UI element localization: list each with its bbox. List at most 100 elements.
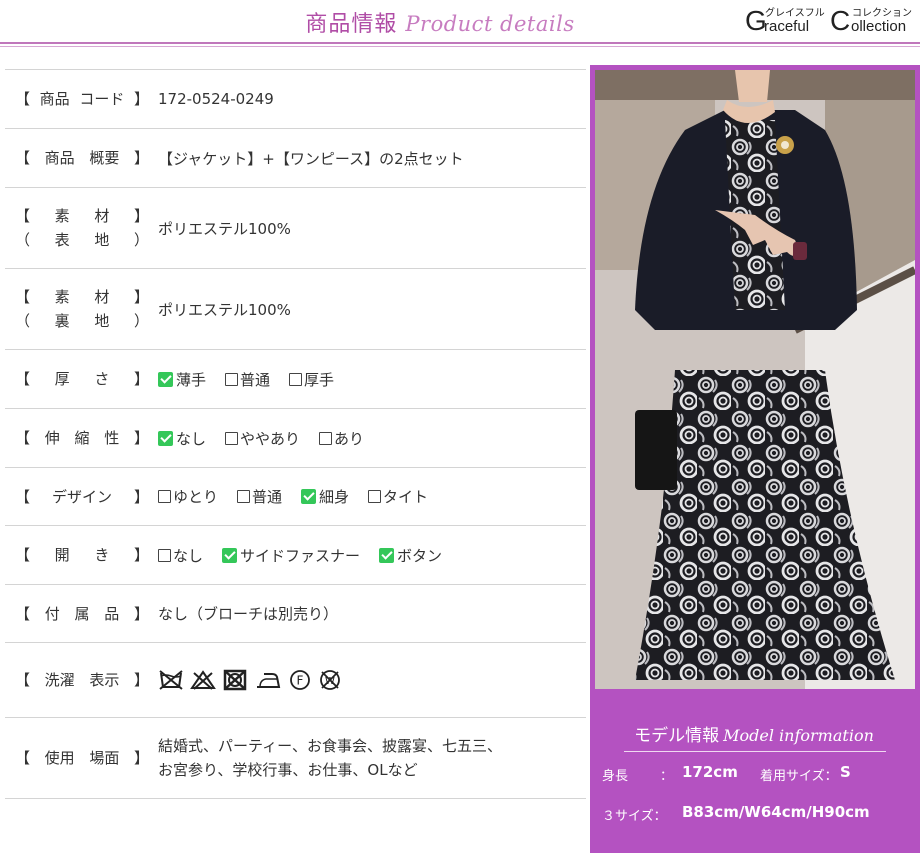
spec-label: 【伸縮性】: [15, 409, 149, 467]
option-unchecked: ゆとり: [158, 486, 218, 507]
svg-text:F: F: [297, 674, 304, 688]
size-label: 着用サイズ：: [760, 769, 838, 784]
dry-clean-f-icon: F: [288, 669, 312, 691]
spec-label: 【付属品】: [15, 585, 149, 642]
spec-value: なし ややあり あり: [158, 409, 582, 467]
brand-word-2: ollection: [851, 18, 907, 35]
spec-label-part: 裏: [54, 312, 70, 330]
spec-row-care: 【洗濯 表示】 F W: [5, 642, 586, 717]
spec-label-part: ）: [133, 312, 149, 330]
spec-label-line: 【商品 概要】: [15, 146, 149, 170]
spec-label-line: 【 厚 さ 】: [15, 367, 149, 391]
option-label: 普通: [252, 488, 283, 506]
checkbox-empty-icon: [319, 431, 333, 445]
option-unchecked: なし: [158, 545, 203, 566]
option-label: ややあり: [240, 429, 301, 448]
spec-label-part: 【: [15, 429, 31, 447]
lining-material: ポリエステル100%: [158, 300, 291, 319]
spec-label-part: 【: [15, 90, 31, 108]
spec-label-part: 開: [54, 546, 70, 564]
spec-label-part: 表: [54, 231, 70, 249]
spec-label-part: 【: [15, 487, 31, 506]
checkbox-empty-icon: [225, 431, 239, 445]
option-unchecked: ややあり: [225, 428, 300, 449]
option-label: ゆとり: [173, 488, 219, 506]
spec-label-line: （ 表 地 ）: [15, 228, 149, 252]
size-value: S: [840, 763, 851, 781]
option-list: 薄手 普通 厚手: [158, 369, 353, 390]
height-label: 身長: [602, 769, 629, 784]
spec-label-part: 【: [15, 149, 31, 167]
spec-label-part: 】: [133, 604, 149, 623]
option-checked: 薄手: [158, 369, 206, 390]
spec-value: 薄手 普通 厚手: [158, 350, 582, 408]
spec-label-part: 】: [133, 671, 149, 689]
spec-row-accessories: 【付属品】 なし（ブローチは別売り）: [5, 584, 586, 642]
option-unchecked: 厚手: [289, 369, 334, 390]
model-info-title-en: Model information: [723, 726, 874, 745]
spec-value: 結婚式、パーティー、お食事会、披露宴、七五三、 お宮参り、学校行事、お仕事、OL…: [158, 718, 582, 798]
no-tumble-dry-icon: [222, 669, 248, 691]
spec-label-line: 【 開 き 】: [15, 543, 149, 567]
option-list: ゆとり 普通 細身 タイト: [158, 486, 447, 507]
brand-logo: G グレイスフル raceful C コレクション ollection: [745, 5, 920, 37]
spec-label: 【洗濯 表示】: [15, 643, 149, 717]
three-size-label: ３サイズ：: [602, 809, 667, 824]
spec-label-part: 場面: [89, 749, 120, 767]
header-divider-thin: [0, 46, 920, 47]
option-checked: 細身: [301, 486, 349, 507]
spec-label-part: 地: [94, 312, 110, 330]
height-colon: ：: [660, 769, 674, 784]
model-info-title-jp: モデル情報: [634, 726, 720, 746]
spec-label-part: 【: [15, 370, 31, 388]
care-icon-list: F W: [158, 669, 348, 691]
spec-label-part: 】: [133, 370, 149, 388]
usage-line-2: お宮参り、学校行事、お仕事、OLなど: [158, 761, 418, 779]
spec-label: 【 デザイン 】: [15, 468, 149, 525]
brand-word-1: raceful: [764, 18, 810, 35]
spec-value: ポリエステル100%: [158, 269, 582, 349]
product-summary: 【ジャケット】+【ワンピース】の2点セット: [158, 149, 464, 168]
checkbox-empty-icon: [368, 490, 382, 503]
option-label: なし: [173, 546, 204, 565]
spec-label-part: 【: [15, 288, 31, 306]
spec-row-lining-material: 【 素 材 】 （ 裏 地 ） ポリエステル100%: [5, 268, 586, 349]
product-spec-table: 【商品 コード】 172-0524-0249 【商品 概要】 【ジャケット】+【ワン…: [5, 69, 586, 799]
spec-label: 【 開 き 】: [15, 526, 149, 584]
spec-value: ゆとり 普通 細身 タイト: [158, 468, 582, 525]
option-label: タイト: [383, 488, 429, 506]
spec-value: 172-0524-0249: [158, 70, 582, 128]
spec-label-part: デザイン: [51, 487, 112, 506]
spec-label-line: 【洗濯 表示】: [15, 668, 149, 692]
spec-label-part: 厚: [54, 370, 70, 388]
outer-material: ポリエステル100%: [158, 219, 291, 238]
option-list: なし ややあり あり: [158, 428, 383, 449]
option-label: ボタン: [397, 546, 443, 565]
spec-label-part: 属: [74, 604, 90, 623]
option-label: 普通: [240, 370, 271, 389]
spec-label-part: 】: [133, 288, 149, 306]
option-unchecked: 普通: [225, 369, 270, 390]
header-divider: [0, 42, 920, 44]
spec-label-line: 【 素 材 】: [15, 285, 149, 309]
option-label: 薄手: [176, 370, 207, 389]
option-checked: サイドファスナー: [222, 545, 360, 566]
spec-label-line: （ 裏 地 ）: [15, 309, 149, 333]
spec-label: 【商品 コード】: [15, 70, 149, 128]
option-label: 厚手: [304, 370, 335, 389]
spec-label-part: 【: [15, 546, 31, 564]
spec-row-usage: 【使用 場面】 結婚式、パーティー、お食事会、披露宴、七五三、 お宮参り、学校行事…: [5, 717, 586, 799]
model-info-divider: [624, 751, 886, 752]
no-bleach-icon: [190, 669, 216, 691]
spec-row-opening: 【 開 き 】 なし サイドファスナー ボタン: [5, 525, 586, 584]
spec-label-part: 洗濯: [44, 671, 75, 689]
spec-label-part: ）: [133, 231, 149, 249]
spec-label-part: 】: [133, 546, 149, 564]
spec-label-part: 伸: [44, 429, 60, 447]
spec-label-part: さ: [94, 370, 110, 388]
spec-label-part: 材: [94, 207, 110, 225]
spec-value: 【ジャケット】+【ワンピース】の2点セット: [158, 129, 582, 187]
model-photo: [595, 70, 915, 689]
spec-label-part: 材: [94, 288, 110, 306]
spec-label-part: 【: [15, 207, 31, 225]
